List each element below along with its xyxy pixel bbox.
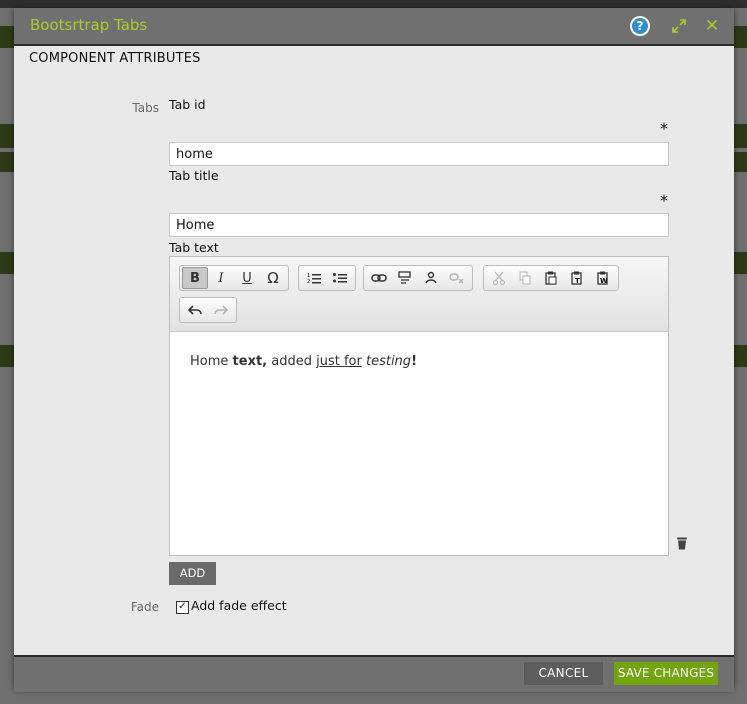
bootstrap-tabs-dialog: Bootsrtrap Tabs ? ✕ COMPONENT ATTRIBUTES… [14,8,734,692]
paste-word-icon: W [597,271,608,285]
expand-icon[interactable] [669,16,689,36]
bulleted-list-icon [333,273,347,283]
remove-link-button[interactable] [444,267,470,289]
remove-link-icon [449,273,464,284]
background-page-top [0,0,747,8]
paste-text-button[interactable]: T [564,267,590,289]
dialog-footer: CANCEL SAVE CHANGES [14,655,734,692]
anchor-link-icon [425,271,437,284]
section-title: COMPONENT ATTRIBUTES [29,51,201,66]
bulleted-list-button[interactable] [327,267,353,289]
cut-button[interactable] [486,267,512,289]
undo-icon [188,305,202,315]
undo-group [179,297,237,323]
tab-id-label: Tab id [169,97,206,112]
help-icon[interactable]: ? [630,16,650,36]
content-italic-text: testing [365,354,412,369]
content-text: Home [190,354,233,369]
content-text: added [267,354,317,369]
required-marker: * [660,119,668,138]
save-changes-button[interactable]: SAVE CHANGES [614,662,718,685]
dialog-title: Bootsrtrap Tabs [30,16,148,34]
paste-button[interactable] [538,267,564,289]
link-icon [371,274,387,282]
tab-text-label: Tab text [169,240,219,255]
tabs-group-label: Tabs [132,101,159,115]
editor-toolbar: B I U Ω 12 T W [170,257,668,332]
paste-text-icon: T [571,271,582,285]
copy-icon [519,271,531,285]
undo-button[interactable] [182,299,208,321]
italic-button[interactable]: I [208,267,234,289]
editor-content-area[interactable]: Home text, added just for testing! [170,332,668,391]
fade-checkbox[interactable]: ✓ [176,601,189,614]
tab-title-input[interactable] [169,213,669,237]
omega-icon: Ω [267,269,279,287]
content-bold-text: ! [411,354,417,369]
tab-id-input[interactable] [169,142,669,166]
fade-checkbox-label: Add fade effect [191,598,287,613]
svg-text:W: W [600,277,608,285]
required-marker: * [660,191,668,210]
redo-button[interactable] [208,299,234,321]
tab-title-label: Tab title [169,168,219,183]
link-button[interactable] [366,267,392,289]
anchor-icon [398,271,411,284]
anchor-button[interactable] [392,267,418,289]
numbered-list-icon: 12 [307,273,321,284]
bold-button[interactable]: B [182,267,208,289]
unlink-button[interactable] [418,267,444,289]
svg-text:2: 2 [307,279,310,284]
numbered-list-button[interactable]: 12 [301,267,327,289]
paste-icon [545,271,557,285]
list-group: 12 [298,265,356,291]
basic-styles-group: B I U Ω [179,265,289,291]
cancel-button[interactable]: CANCEL [524,662,603,685]
link-group [363,265,473,291]
trash-icon[interactable] [676,536,688,550]
clipboard-group: T W [483,265,619,291]
paste-word-button[interactable]: W [590,267,616,289]
underline-icon: U [242,270,252,286]
italic-icon: I [218,270,224,286]
fade-label: Fade [130,600,159,614]
special-character-button[interactable]: Ω [260,267,286,289]
content-bold-text: text, [232,354,268,369]
svg-text:T: T [575,277,580,285]
redo-icon [214,305,228,315]
content-underlined-text: just for [316,354,362,369]
add-tab-button[interactable]: ADD [169,562,216,585]
close-icon[interactable]: ✕ [702,16,722,36]
bold-icon: B [190,270,200,286]
dialog-titlebar: Bootsrtrap Tabs ? ✕ [14,8,734,46]
copy-button[interactable] [512,267,538,289]
underline-button[interactable]: U [234,267,260,289]
scissors-icon [493,271,505,285]
rich-text-editor: B I U Ω 12 T W Home text, added just for… [169,256,669,556]
